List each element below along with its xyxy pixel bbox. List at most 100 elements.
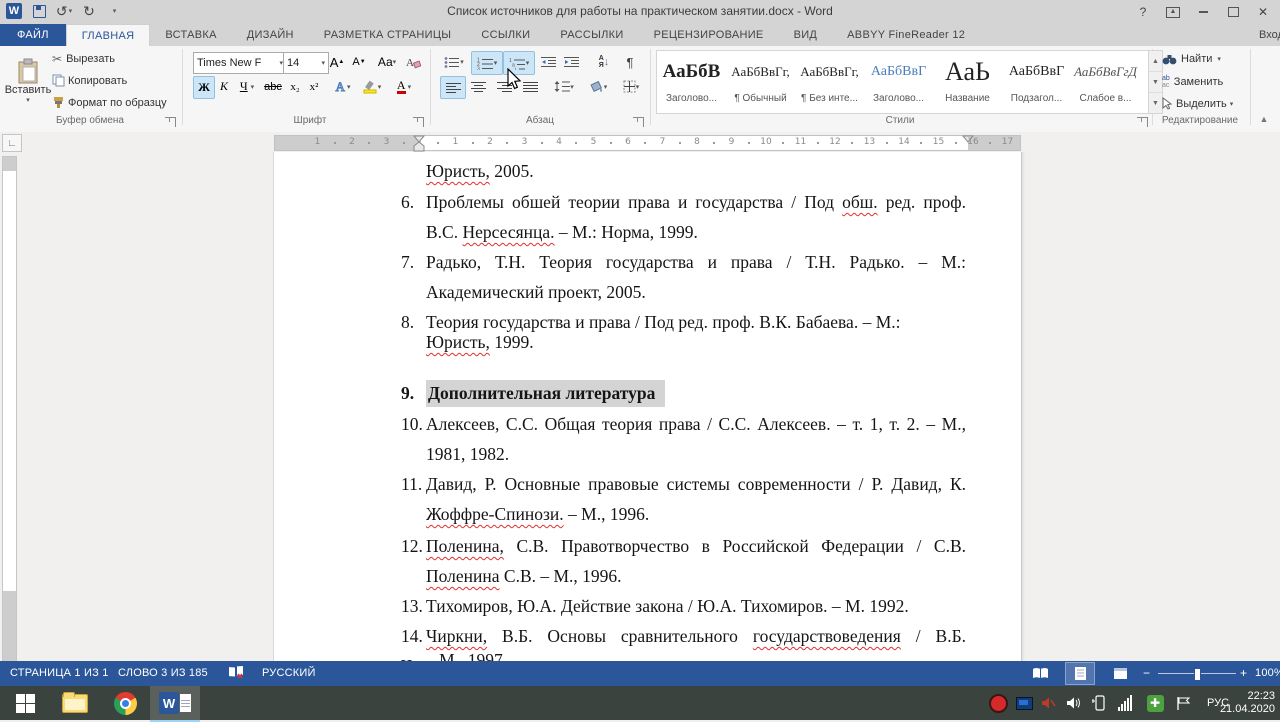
print-layout-button[interactable] xyxy=(1065,662,1095,685)
vertical-ruler[interactable] xyxy=(2,156,17,661)
zoom-out-button[interactable]: − xyxy=(1143,666,1150,680)
copy-button[interactable]: Копировать xyxy=(52,74,127,87)
replace-button[interactable]: ab ac Заменить xyxy=(1162,75,1223,89)
tray-muted-speaker[interactable] xyxy=(1037,686,1061,720)
language-status[interactable]: РУССКИЙ xyxy=(262,667,316,679)
tab-ссылки[interactable]: ССЫЛКИ xyxy=(466,24,545,46)
web-layout-button[interactable] xyxy=(1106,663,1134,684)
clipboard-dialog-launcher-icon[interactable] xyxy=(166,117,176,127)
bullets-button[interactable]: ▾ xyxy=(440,52,468,72)
tab-рассылки[interactable]: РАССЫЛКИ xyxy=(545,24,638,46)
style-card-1[interactable]: АаБбВвГг, ¶ Обычный xyxy=(726,51,795,113)
proofing-status-icon[interactable] xyxy=(228,665,244,680)
select-button[interactable]: Выделить ▾ xyxy=(1162,97,1233,110)
tab-главная[interactable]: ГЛАВНАЯ xyxy=(65,24,151,47)
taskbar-file-explorer[interactable] xyxy=(50,686,100,720)
ribbon-display-options-button[interactable]: ▲ xyxy=(1160,2,1186,22)
document-paragraph[interactable]: 11. Давид, Р. Основные правовые системы с… xyxy=(401,469,966,529)
paragraph-dialog-launcher-icon[interactable] xyxy=(634,117,644,127)
tray-display[interactable] xyxy=(1012,686,1036,720)
document-paragraph[interactable]: 12. Поленина, С.В. Правотворчество в Росс… xyxy=(401,531,966,591)
tab-разметка-страницы[interactable]: РАЗМЕТКА СТРАНИЦЫ xyxy=(309,24,467,46)
strikethrough-button[interactable]: abc xyxy=(261,76,285,97)
tab-вид[interactable]: ВИД xyxy=(779,24,833,46)
document-page[interactable]: Юристь, 2005. 6. Проблемы обшей теории пра… xyxy=(273,152,1022,661)
zoom-slider-thumb[interactable] xyxy=(1194,668,1201,681)
grow-font-button[interactable]: A ▲ xyxy=(327,52,347,72)
font-size-combobox[interactable]: 14 ▾ xyxy=(283,52,329,74)
close-button[interactable]: ✕ xyxy=(1250,2,1276,22)
minimize-button[interactable] xyxy=(1190,2,1216,22)
document-paragraph[interactable]: Юристь, 2005. xyxy=(426,156,966,186)
document-paragraph[interactable]: – М., 1997. xyxy=(426,650,966,661)
page-count-status[interactable]: СТРАНИЦА 1 ИЗ 1 xyxy=(10,667,109,679)
document-paragraph[interactable]: 9. Дополнительная литература xyxy=(401,378,966,408)
help-button[interactable]: ? xyxy=(1130,2,1156,22)
tab-вставка[interactable]: ВСТАВКА xyxy=(150,24,231,46)
tray-action-center[interactable] xyxy=(1170,686,1196,720)
horizontal-ruler[interactable]: 3 2 1 1 2 3 4 5 6 7 8 9 10 11 12 13 14 15 16 17 xyxy=(274,135,1021,152)
change-case-button[interactable]: Аа ▾ xyxy=(374,52,400,72)
word-count-status[interactable]: СЛОВО 3 ИЗ 185 xyxy=(118,667,208,679)
document-paragraph[interactable]: 6. Проблемы обшей теории права и государс… xyxy=(401,187,966,247)
style-card-3[interactable]: АаБбВвГ Заголово... xyxy=(864,51,933,113)
tab-файл[interactable]: ФАЙЛ xyxy=(0,24,66,46)
text-effects-button[interactable]: А ▾ xyxy=(330,76,356,97)
cut-button[interactable]: ✂ Вырезать xyxy=(52,52,115,66)
zoom-level[interactable]: 100% xyxy=(1255,667,1280,679)
style-card-6[interactable]: АаБбВвГгД Слабое в... xyxy=(1071,51,1140,113)
font-color-button[interactable]: А ▾ xyxy=(390,76,418,97)
italic-button[interactable]: К xyxy=(215,76,233,97)
style-card-4[interactable]: АаЬ Название xyxy=(933,51,1002,113)
find-button[interactable]: Найти ▾ xyxy=(1162,53,1221,65)
subscript-button[interactable]: x₂ xyxy=(286,76,304,97)
font-dialog-launcher-icon[interactable] xyxy=(414,117,424,127)
zoom-in-button[interactable]: + xyxy=(1240,666,1247,680)
format-painter-button[interactable]: Формат по образцу xyxy=(52,96,167,109)
tab-abbyy-finereader-12[interactable]: ABBYY FineReader 12 xyxy=(832,24,980,46)
increase-indent-button[interactable] xyxy=(560,52,582,72)
read-mode-button[interactable] xyxy=(1026,663,1054,684)
tray-speaker[interactable] xyxy=(1062,686,1086,720)
tab-дизайн[interactable]: ДИЗАЙН xyxy=(232,24,309,46)
show-marks-button[interactable]: ¶ xyxy=(620,52,640,72)
superscript-button[interactable]: x² xyxy=(305,76,323,97)
align-left-button[interactable] xyxy=(440,76,466,99)
styles-scroll-up-icon[interactable]: ▲ xyxy=(1149,51,1162,72)
style-card-0[interactable]: АаБбВ Заголово... xyxy=(657,51,726,113)
borders-button[interactable]: ▾ xyxy=(617,76,645,97)
taskbar-clock[interactable]: 22:23 21.04.2020 xyxy=(1220,690,1275,716)
document-paragraph[interactable]: 10. Алексеев, С.С. Общая теория права / С… xyxy=(401,409,966,469)
document-paragraph[interactable]: 8. Теория государства и права / Под ред. … xyxy=(401,312,966,352)
sign-in-link[interactable]: Вход xyxy=(1259,29,1280,41)
start-button[interactable] xyxy=(0,686,50,720)
shading-button[interactable]: ▾ xyxy=(584,76,612,97)
bold-button[interactable]: Ж xyxy=(193,76,215,99)
sort-button[interactable]: А Я ↓ xyxy=(592,52,616,72)
tray-device[interactable] xyxy=(1087,686,1111,720)
tray-antivirus[interactable]: ✚ xyxy=(1142,686,1168,720)
styles-scroll-down-icon[interactable]: ▼ xyxy=(1149,72,1162,93)
tab-рецензирование[interactable]: РЕЦЕНЗИРОВАНИЕ xyxy=(639,24,779,46)
document-paragraph[interactable]: 7. Радько, Т.Н. Теория государства и прав… xyxy=(401,247,966,307)
numbering-button[interactable]: 1 2 3 ▾ xyxy=(471,51,503,75)
styles-dialog-launcher-icon[interactable] xyxy=(1138,117,1148,127)
style-card-5[interactable]: АаБбВвГ Подзагол... xyxy=(1002,51,1071,113)
line-spacing-button[interactable]: ▾ xyxy=(550,76,578,97)
decrease-indent-button[interactable] xyxy=(537,52,559,72)
taskbar-word[interactable]: W xyxy=(150,686,200,722)
styles-more-icon[interactable]: ▼ xyxy=(1149,93,1162,113)
tray-recording-indicator[interactable] xyxy=(985,686,1011,720)
taskbar-chrome[interactable] xyxy=(100,686,150,720)
style-card-2[interactable]: АаБбВвГг, ¶ Без инте... xyxy=(795,51,864,113)
clear-formatting-button[interactable]: А xyxy=(402,52,424,72)
restore-button[interactable] xyxy=(1220,2,1246,22)
paste-button[interactable]: Вставить ▾ xyxy=(5,50,51,112)
align-center-button[interactable] xyxy=(466,76,490,97)
shrink-font-button[interactable]: A ▼ xyxy=(349,52,369,72)
tab-stop-selector[interactable]: ∟ xyxy=(2,134,22,152)
text-highlight-button[interactable]: ▾ xyxy=(358,76,386,97)
document-paragraph[interactable]: 13. Тихомиров, Ю.А. Действие закона / Ю.А… xyxy=(401,591,966,621)
tray-network[interactable] xyxy=(1112,686,1138,720)
collapse-ribbon-icon[interactable]: ▲ xyxy=(1256,112,1272,126)
